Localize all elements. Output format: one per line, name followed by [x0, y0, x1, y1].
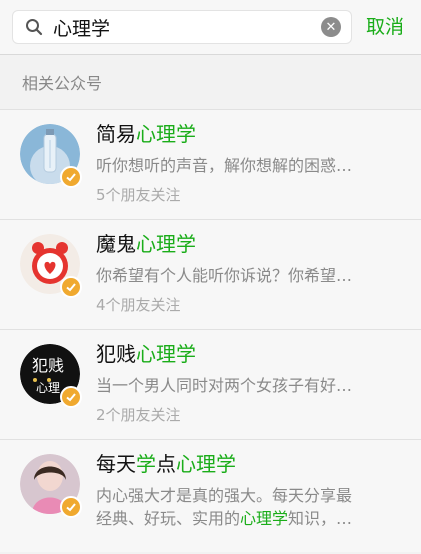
avatar-wrapper — [20, 234, 82, 298]
account-list: 简易心理学 听你想听的声音，解你想解的困惑… 5个朋友关注 魔鬼心理学 你希望有… — [0, 109, 421, 552]
list-item[interactable]: 每天学点心理学 内心强大才是真的强大。每天分享最 经典、好玩、实用的心理学知识，… — [0, 439, 421, 552]
account-content: 每天学点心理学 内心强大才是真的强大。每天分享最 经典、好玩、实用的心理学知识，… — [96, 452, 406, 530]
avatar-wrapper — [20, 454, 82, 518]
friends-following: 2个朋友关注 — [96, 406, 181, 424]
search-bar: 心理学 ✕ 取消 — [0, 0, 421, 55]
verified-icon — [60, 166, 82, 188]
description-line: 经典、好玩、实用的心理学知识，… — [96, 509, 353, 528]
section-title: 相关公众号 — [0, 55, 421, 109]
account-name: 简易心理学 — [96, 122, 196, 146]
svg-text:心理: 心理 — [36, 381, 60, 395]
svg-text:犯贱: 犯贱 — [32, 356, 64, 375]
list-item[interactable]: 简易心理学 听你想听的声音，解你想解的困惑… 5个朋友关注 — [0, 109, 421, 219]
account-content: 魔鬼心理学 你希望有个人能听你诉说？你希望… 4个朋友关注 — [96, 232, 406, 315]
account-name: 犯贱心理学 — [96, 342, 196, 366]
cancel-button[interactable]: 取消 — [366, 17, 404, 37]
account-name: 每天学点心理学 — [96, 452, 236, 476]
verified-icon — [60, 276, 82, 298]
search-input[interactable]: 心理学 ✕ — [12, 10, 352, 44]
search-icon — [26, 19, 43, 36]
verified-icon — [60, 496, 82, 518]
account-name: 魔鬼心理学 — [96, 232, 196, 256]
verified-icon — [60, 386, 82, 408]
account-description: 听你想听的声音，解你想解的困惑… — [96, 156, 353, 175]
list-item[interactable]: 魔鬼心理学 你希望有个人能听你诉说？你希望… 4个朋友关注 — [0, 219, 421, 329]
account-content: 犯贱心理学 当一个男人同时对两个女孩子有好… 2个朋友关注 — [96, 342, 406, 425]
search-query: 心理学 — [53, 17, 111, 40]
description-line: 内心强大才是真的强大。每天分享最 — [96, 486, 353, 505]
friends-following: 4个朋友关注 — [96, 296, 181, 314]
friends-following: 5个朋友关注 — [96, 186, 181, 204]
account-content: 简易心理学 听你想听的声音，解你想解的困惑… 5个朋友关注 — [96, 122, 406, 205]
list-item[interactable]: 犯贱 心理 犯贱心理学 当一个男人同时对两个女孩子有好… 2个朋友关注 — [0, 329, 421, 439]
account-description: 内心强大才是真的强大。每天分享最 经典、好玩、实用的心理学知识，… — [96, 484, 406, 530]
account-description: 当一个男人同时对两个女孩子有好… — [96, 376, 353, 395]
account-description: 你希望有个人能听你诉说？你希望… — [96, 266, 353, 285]
avatar-wrapper — [20, 124, 82, 188]
clear-icon[interactable]: ✕ — [321, 17, 341, 37]
avatar-wrapper: 犯贱 心理 — [20, 344, 82, 408]
